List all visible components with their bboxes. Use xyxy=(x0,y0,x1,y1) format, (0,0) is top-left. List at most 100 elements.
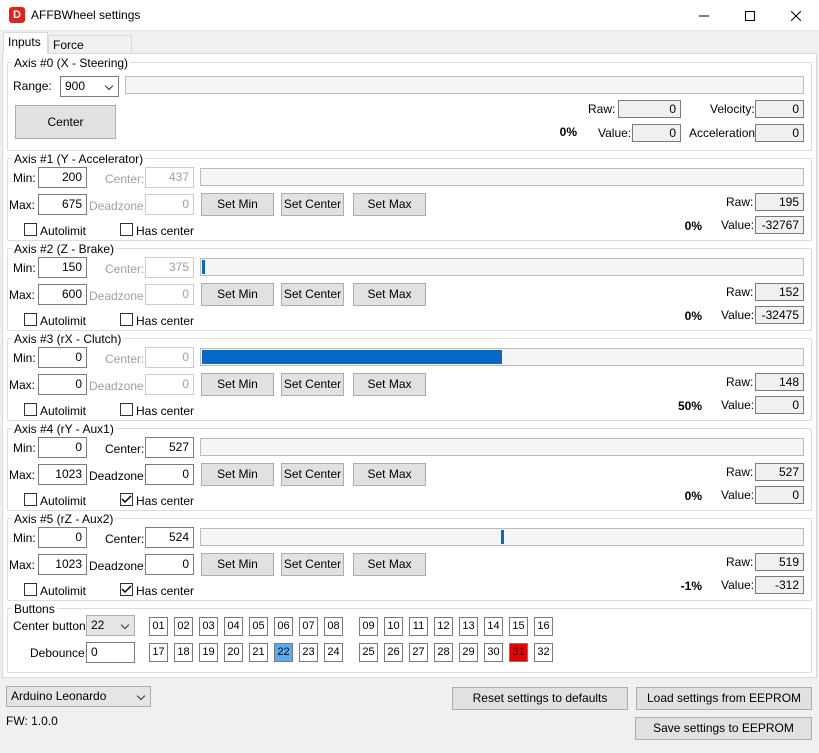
center-label: Center: xyxy=(105,172,145,186)
set-min-button[interactable]: Set Min xyxy=(201,283,274,306)
set-center-button[interactable]: Set Center xyxy=(281,553,344,576)
deadzone-field[interactable]: 0 xyxy=(145,464,194,485)
button-indicator: 17 xyxy=(149,643,168,662)
save-eeprom-button[interactable]: Save settings to EEPROM xyxy=(635,717,812,740)
set-center-button[interactable]: Set Center xyxy=(281,283,344,306)
button-indicator: 32 xyxy=(534,643,553,662)
center-button-select[interactable]: 22 xyxy=(86,615,135,636)
max-field[interactable]: 1023 xyxy=(38,464,87,485)
set-center-button[interactable]: Set Center xyxy=(281,463,344,486)
buttons-title: Buttons xyxy=(12,602,57,616)
range-select[interactable]: 900 xyxy=(60,76,119,97)
button-indicator: 23 xyxy=(299,643,318,662)
axis0-title: Axis #0 (X - Steering) xyxy=(12,56,131,70)
max-field[interactable]: 600 xyxy=(38,284,87,305)
set-min-button[interactable]: Set Min xyxy=(201,373,274,396)
min-field[interactable]: 0 xyxy=(38,437,87,458)
axis-bar xyxy=(200,258,804,276)
minimize-button[interactable] xyxy=(681,0,727,31)
center-field[interactable]: 375 xyxy=(145,257,194,278)
min-field[interactable]: 0 xyxy=(38,347,87,368)
axis0-value-field: 0 xyxy=(632,124,681,142)
raw-label: Raw: xyxy=(726,195,754,209)
chevron-down-icon xyxy=(136,691,146,701)
close-button[interactable] xyxy=(773,0,819,31)
set-min-button[interactable]: Set Min xyxy=(201,193,274,216)
load-eeprom-button[interactable]: Load settings from EEPROM xyxy=(636,687,812,710)
button-indicator: 21 xyxy=(249,643,268,662)
acceleration-field: 0 xyxy=(755,124,804,142)
deadzone-field[interactable]: 0 xyxy=(145,554,194,575)
raw-field: 195 xyxy=(755,193,804,211)
button-indicator: 28 xyxy=(434,643,453,662)
raw-field: 527 xyxy=(755,463,804,481)
button-indicator: 27 xyxy=(409,643,428,662)
value-field: 0 xyxy=(755,396,804,414)
range-value: 900 xyxy=(65,79,86,93)
tab-inputs[interactable]: Inputs xyxy=(3,32,48,54)
axis0-percent: 0% xyxy=(559,125,577,139)
autolimit-checkbox[interactable] xyxy=(24,223,37,236)
raw-label: Raw: xyxy=(726,285,754,299)
raw-field: 148 xyxy=(755,373,804,391)
center-field[interactable]: 437 xyxy=(145,167,194,188)
deadzone-field[interactable]: 0 xyxy=(145,284,194,305)
has-center-checkbox[interactable] xyxy=(120,223,133,236)
min-field[interactable]: 200 xyxy=(38,167,87,188)
set-max-button[interactable]: Set Max xyxy=(353,553,426,576)
center-label: Center: xyxy=(105,532,145,546)
raw-label: Raw: xyxy=(726,555,754,569)
reset-settings-button[interactable]: Reset settings to defaults xyxy=(452,687,628,710)
has-center-checkbox[interactable] xyxy=(120,583,133,596)
has-center-checkbox[interactable] xyxy=(120,493,133,506)
has-center-label: Has center xyxy=(136,494,195,508)
velocity-field: 0 xyxy=(755,100,804,118)
set-max-button[interactable]: Set Max xyxy=(353,463,426,486)
center-button[interactable]: Center xyxy=(15,105,116,139)
max-field[interactable]: 0 xyxy=(38,374,87,395)
axis-bar-marker xyxy=(501,530,504,544)
set-center-button[interactable]: Set Center xyxy=(281,373,344,396)
set-max-button[interactable]: Set Max xyxy=(353,283,426,306)
firmware-version: FW: 1.0.0 xyxy=(6,714,58,728)
autolimit-checkbox[interactable] xyxy=(24,493,37,506)
center-field[interactable]: 0 xyxy=(145,347,194,368)
autolimit-checkbox[interactable] xyxy=(24,313,37,326)
max-field[interactable]: 675 xyxy=(38,194,87,215)
maximize-button[interactable] xyxy=(727,0,773,31)
deadzone-field[interactable]: 0 xyxy=(145,194,194,215)
button-indicator: 29 xyxy=(459,643,478,662)
min-label: Min: xyxy=(13,441,36,455)
autolimit-checkbox[interactable] xyxy=(24,403,37,416)
deadzone-field[interactable]: 0 xyxy=(145,374,194,395)
set-center-button[interactable]: Set Center xyxy=(281,193,344,216)
has-center-checkbox[interactable] xyxy=(120,403,133,416)
autolimit-label: Autolimit xyxy=(40,404,87,418)
center-field[interactable]: 527 xyxy=(145,437,194,458)
set-min-button[interactable]: Set Min xyxy=(201,463,274,486)
axis-title: Axis #1 (Y - Accelerator) xyxy=(12,152,146,166)
deadzone-label: Deadzone: xyxy=(89,379,148,393)
maximize-icon xyxy=(745,10,755,21)
raw-label: Raw: xyxy=(726,465,754,479)
tab-force-feedback[interactable]: Force Feedback xyxy=(48,35,132,66)
max-field[interactable]: 1023 xyxy=(38,554,87,575)
has-center-checkbox[interactable] xyxy=(120,313,133,326)
debounce-field[interactable]: 0 xyxy=(86,642,135,663)
center-field[interactable]: 524 xyxy=(145,527,194,548)
set-max-button[interactable]: Set Max xyxy=(353,373,426,396)
min-field[interactable]: 150 xyxy=(38,257,87,278)
autolimit-checkbox[interactable] xyxy=(24,583,37,596)
center-label: Center: xyxy=(105,442,145,456)
set-max-button[interactable]: Set Max xyxy=(353,193,426,216)
title-bar[interactable]: D AFFBWheel settings xyxy=(0,0,819,31)
axis-bar-fill xyxy=(202,350,502,364)
axis0-value-label: Value: xyxy=(598,126,632,140)
set-min-button[interactable]: Set Min xyxy=(201,553,274,576)
minimize-icon xyxy=(699,15,709,16)
checkmark-icon xyxy=(121,585,132,594)
min-field[interactable]: 0 xyxy=(38,527,87,548)
device-select[interactable]: Arduino Leonardo xyxy=(6,686,151,707)
value-field: -312 xyxy=(755,576,804,594)
button-indicator: 06 xyxy=(274,617,293,636)
